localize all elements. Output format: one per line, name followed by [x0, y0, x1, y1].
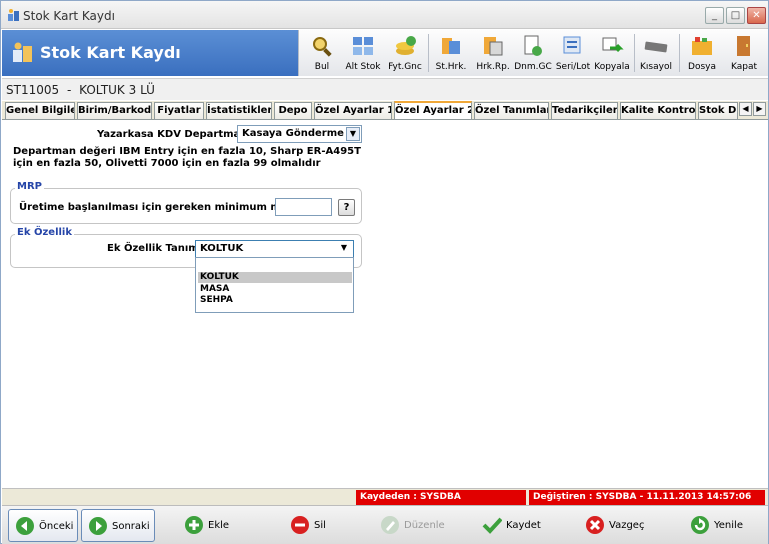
tab-strip: Genel Bilgiler Birim/Barkod Fiyatlar İst…	[2, 101, 768, 120]
next-button[interactable]: Sonraki	[81, 509, 155, 542]
toolbar-button-kapat[interactable]: Kapat	[725, 30, 763, 76]
kdv-department-value: Kasaya Gönderme	[242, 128, 344, 139]
tab-genel-bilgiler[interactable]: Genel Bilgiler	[5, 102, 75, 119]
chevron-down-icon[interactable]: ▼	[341, 243, 347, 252]
close-window-button[interactable]: ✕	[747, 7, 766, 24]
toolbar-button-bul[interactable]: Bul	[303, 30, 341, 76]
chevron-right-icon: ▶	[756, 104, 763, 113]
toolbar-separator	[634, 34, 635, 72]
chevron-down-icon[interactable]: ▼	[346, 127, 360, 141]
record-separator: -	[66, 83, 72, 97]
cancel-button[interactable]: Vazgeç	[579, 509, 659, 542]
tab-tedarikciler[interactable]: Tedarikçiler	[551, 102, 618, 119]
department-note: Departman değeri IBM Entry için en fazla…	[13, 146, 361, 169]
maximize-button[interactable]: □	[726, 7, 745, 24]
toolbar-button-fyt-gnc[interactable]: Fyt.Gnc	[385, 30, 425, 76]
movement-report-icon	[484, 37, 503, 56]
edit-button[interactable]: Düzenle	[374, 509, 454, 542]
app-icon	[8, 9, 19, 21]
title-bar: Stok Kart Kaydı _ □ ✕	[1, 1, 768, 29]
edit-icon	[381, 516, 399, 534]
main-toolbar: Bul Alt Stok Fyt.Gnc St.Hrk. Hrk.Rp. Dnm…	[298, 30, 768, 76]
dropdown-option[interactable]: SEHPA	[198, 295, 352, 306]
refresh-icon	[691, 516, 709, 534]
period-icon	[524, 35, 542, 56]
delete-button[interactable]: Sil	[284, 509, 344, 542]
exit-icon	[737, 36, 750, 56]
arrow-left-icon	[16, 517, 34, 535]
keyboard-icon	[644, 41, 668, 53]
stock-movement-icon	[442, 38, 460, 54]
tab-content-panel	[2, 119, 768, 487]
window-title: Stok Kart Kaydı	[23, 9, 115, 23]
plus-icon	[185, 516, 203, 534]
sub-stock-icon	[353, 37, 373, 55]
search-icon	[313, 37, 332, 57]
dropdown-option-selected[interactable]: KOLTUK	[198, 272, 352, 283]
arrow-right-icon	[89, 517, 107, 535]
stock-card-window: Stok Kart Kaydı _ □ ✕ Stok Kart Kaydı Bu…	[0, 0, 769, 544]
dropdown-option[interactable]: MASA	[198, 284, 352, 295]
status-bar: Kaydeden : SYSDBA Değiştiren : SYSDBA - …	[2, 488, 768, 505]
bottom-action-bar: Önceki Sonraki Ekle Sil Düzenle Kaydet V…	[2, 505, 768, 544]
toolbar-button-dnm-gc[interactable]: Dnm.GC	[513, 30, 553, 76]
tab-birim-barkod[interactable]: Birim/Barkod	[77, 102, 152, 119]
price-update-icon	[396, 36, 416, 55]
copy-icon	[602, 37, 624, 53]
folder-icon	[692, 37, 712, 55]
mrp-legend: MRP	[15, 181, 44, 192]
mrp-min-quantity-label: Üretime başlanılması için gereken minimu…	[19, 202, 308, 213]
serial-lot-icon	[563, 36, 581, 54]
mrp-help-button[interactable]: ?	[338, 199, 355, 216]
minimize-icon: _	[712, 10, 717, 21]
ek-ozellik-select[interactable]: KOLTUK ▼	[195, 240, 354, 258]
stock-card-icon	[13, 42, 32, 62]
tab-istatistikler[interactable]: İstatistikler	[206, 102, 272, 119]
save-button[interactable]: Kaydet	[476, 509, 556, 542]
add-button[interactable]: Ekle	[178, 509, 248, 542]
tab-depo[interactable]: Depo	[274, 102, 312, 119]
minimize-button[interactable]: _	[705, 7, 724, 24]
refresh-button[interactable]: Yenile	[684, 509, 754, 542]
tab-ozel-ayarlar-2[interactable]: Özel Ayarlar 2	[394, 101, 472, 120]
toolbar-button-alt-stok[interactable]: Alt Stok	[343, 30, 383, 76]
minus-icon	[291, 516, 309, 534]
toolbar-separator	[679, 34, 680, 72]
tab-stok-durum[interactable]: Stok Du	[698, 102, 738, 119]
toolbar-button-hrk-rp[interactable]: Hrk.Rp.	[473, 30, 513, 76]
dropdown-option[interactable]	[198, 260, 352, 271]
tab-ozel-ayarlar-1[interactable]: Özel Ayarlar 1	[314, 102, 392, 119]
toolbar-button-dosya[interactable]: Dosya	[683, 30, 721, 76]
ek-ozellik-dropdown-list: KOLTUK MASA SEHPA	[195, 257, 354, 313]
toolbar-button-kopyala[interactable]: Kopyala	[593, 30, 631, 76]
modified-by-status: Değiştiren : SYSDBA - 11.11.2013 14:57:0…	[529, 490, 765, 505]
tab-scroll-left-button[interactable]: ◀	[739, 102, 752, 116]
previous-button[interactable]: Önceki	[8, 509, 78, 542]
tab-scroll-right-button[interactable]: ▶	[753, 102, 766, 116]
toolbar-button-seri-lot[interactable]: Seri/Lot	[553, 30, 593, 76]
kdv-department-label: Yazarkasa KDV Departmanı	[97, 129, 251, 140]
header-title: Stok Kart Kaydı	[40, 43, 181, 62]
ek-ozellik-value: KOLTUK	[200, 243, 244, 254]
maximize-icon: □	[730, 10, 741, 21]
toolbar-separator	[428, 34, 429, 72]
toolbar-button-st-hrk[interactable]: St.Hrk.	[431, 30, 471, 76]
close-icon: ✕	[752, 10, 761, 21]
tab-ozel-tanimlar[interactable]: Özel Tanımlar	[474, 102, 549, 119]
mrp-min-quantity-input[interactable]	[275, 198, 332, 216]
chevron-left-icon: ◀	[742, 104, 749, 113]
toolbar-button-kisayol[interactable]: Kısayol	[637, 30, 675, 76]
saved-by-status: Kaydeden : SYSDBA	[356, 490, 526, 505]
ek-ozellik-legend: Ek Özellik	[15, 227, 74, 238]
cancel-icon	[586, 516, 604, 534]
record-bar: ST11005 - KOLTUK 3 LÜ	[2, 78, 768, 100]
record-name: KOLTUK 3 LÜ	[79, 83, 155, 97]
ek-ozellik-label: Ek Özellik Tanımı	[107, 243, 203, 254]
kdv-department-select[interactable]: Kasaya Gönderme ▼	[237, 125, 362, 143]
tab-fiyatlar[interactable]: Fiyatlar	[154, 102, 204, 119]
record-code: ST11005	[6, 83, 60, 97]
checkmark-icon	[482, 517, 502, 534]
tab-kalite-kontrol[interactable]: Kalite Kontrol	[620, 102, 696, 119]
